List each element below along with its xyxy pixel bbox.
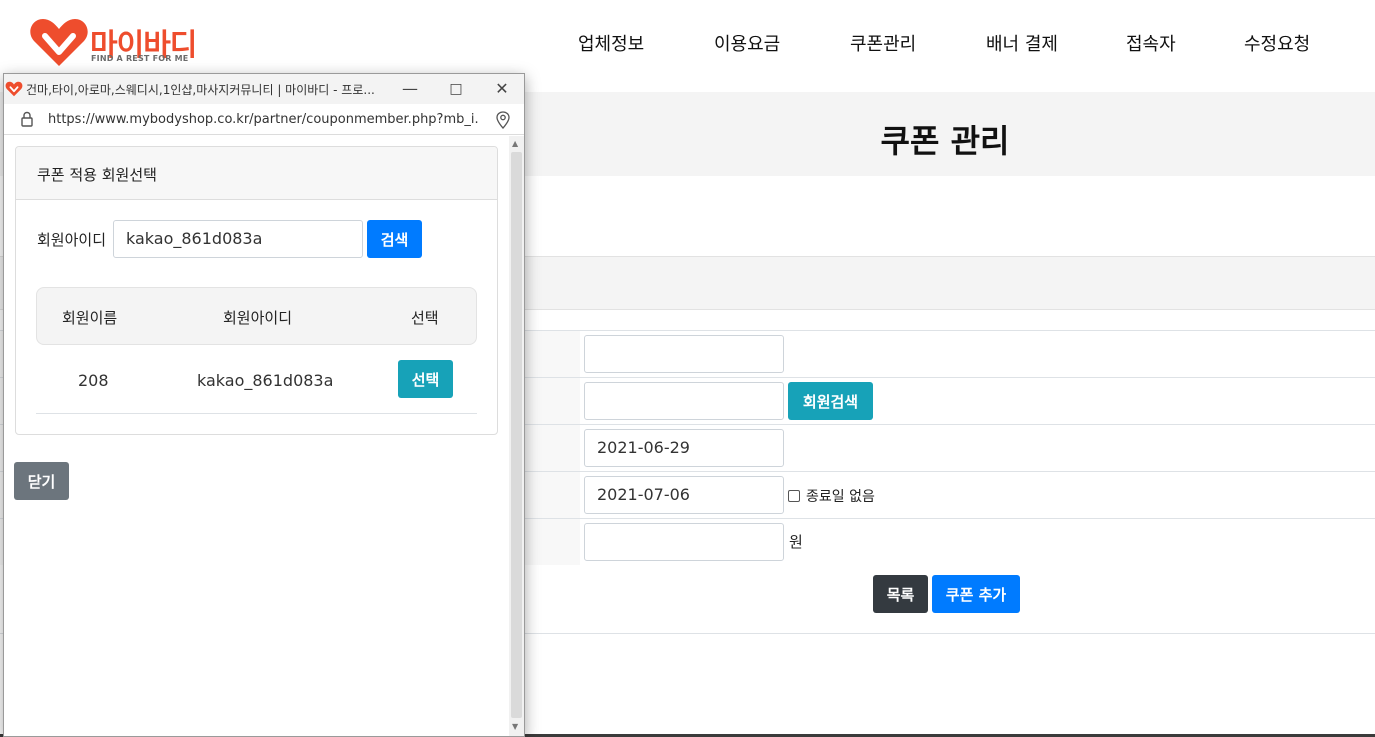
main-nav: 업체정보 이용요금 쿠폰관리 배너 결제 접속자 수정요청: [0, 30, 1375, 56]
member-input[interactable]: [584, 382, 784, 420]
popup-url-text[interactable]: https://www.mybodyshop.co.kr/partner/cou…: [48, 112, 478, 127]
no-end-date-label: 종료일 없음: [806, 489, 875, 505]
nav-item-edit-request[interactable]: 수정요청: [1244, 30, 1310, 56]
nav-item-pricing[interactable]: 이용요금: [714, 30, 780, 56]
lock-icon: [21, 111, 33, 127]
location-pin-icon[interactable]: [495, 111, 511, 129]
currency-unit: 원: [789, 533, 803, 551]
select-member-button[interactable]: 선택: [398, 360, 453, 398]
member-select-popup-window: 건마,타이,아로마,스웨디시,1인샵,마사지커뮤니티 | 마이바디 - 프로..…: [3, 73, 525, 737]
end-date-input[interactable]: 2021-07-06: [584, 476, 784, 514]
nav-item-company-info[interactable]: 업체정보: [578, 30, 644, 56]
divider: [36, 413, 477, 414]
no-end-date-checkbox[interactable]: [788, 490, 800, 502]
amount-input[interactable]: [584, 523, 784, 561]
nav-item-coupon-management[interactable]: 쿠폰관리: [850, 30, 916, 56]
minimize-icon[interactable]: —: [390, 76, 430, 102]
scroll-down-icon[interactable]: ▼: [512, 722, 518, 731]
card-header: 쿠폰 적용 회원선택: [16, 147, 497, 200]
coupon-name-input[interactable]: [584, 335, 784, 373]
member-id-label: 회원아이디: [37, 231, 107, 249]
close-window-icon[interactable]: ✕: [482, 76, 522, 102]
popup-titlebar[interactable]: 건마,타이,아로마,스웨디시,1인샵,마사지커뮤니티 | 마이바디 - 프로..…: [4, 74, 524, 104]
heart-logo-icon: [5, 81, 23, 97]
search-button[interactable]: 검색: [367, 220, 422, 258]
no-end-date-option[interactable]: 종료일 없음: [788, 486, 875, 506]
column-header-name: 회원이름: [62, 309, 118, 327]
column-header-member-id: 회원아이디: [223, 309, 293, 327]
close-button[interactable]: 닫기: [14, 462, 69, 500]
member-id-cell: kakao_861d083a: [197, 371, 334, 390]
scroll-thumb[interactable]: [511, 152, 522, 718]
card-title: 쿠폰 적용 회원선택: [37, 166, 157, 184]
column-header-select: 선택: [411, 309, 439, 327]
member-id-search-input[interactable]: kakao_861d083a: [113, 220, 363, 258]
list-button[interactable]: 목록: [873, 575, 928, 613]
member-name-cell: 208: [78, 371, 109, 390]
maximize-icon[interactable]: □: [436, 76, 476, 102]
scroll-up-icon[interactable]: ▲: [512, 139, 518, 148]
nav-item-banner-payment[interactable]: 배너 결제: [986, 30, 1058, 56]
popup-address-bar[interactable]: https://www.mybodyshop.co.kr/partner/cou…: [4, 104, 524, 135]
add-coupon-button[interactable]: 쿠폰 추가: [932, 575, 1020, 613]
start-date-input[interactable]: 2021-06-29: [584, 429, 784, 467]
member-select-card: 쿠폰 적용 회원선택 회원아이디 kakao_861d083a 검색 회원이름 …: [15, 146, 498, 435]
nav-item-visitors[interactable]: 접속자: [1126, 30, 1176, 56]
member-search-button[interactable]: 회원검색: [788, 382, 873, 420]
popup-window-title: 건마,타이,아로마,스웨디시,1인샵,마사지커뮤니티 | 마이바디 - 프로..…: [26, 83, 375, 97]
popup-scrollbar[interactable]: ▲ ▼: [509, 136, 524, 736]
popup-content: 쿠폰 적용 회원선택 회원아이디 kakao_861d083a 검색 회원이름 …: [4, 136, 508, 736]
result-table-header: 회원이름 회원아이디 선택: [36, 287, 477, 345]
